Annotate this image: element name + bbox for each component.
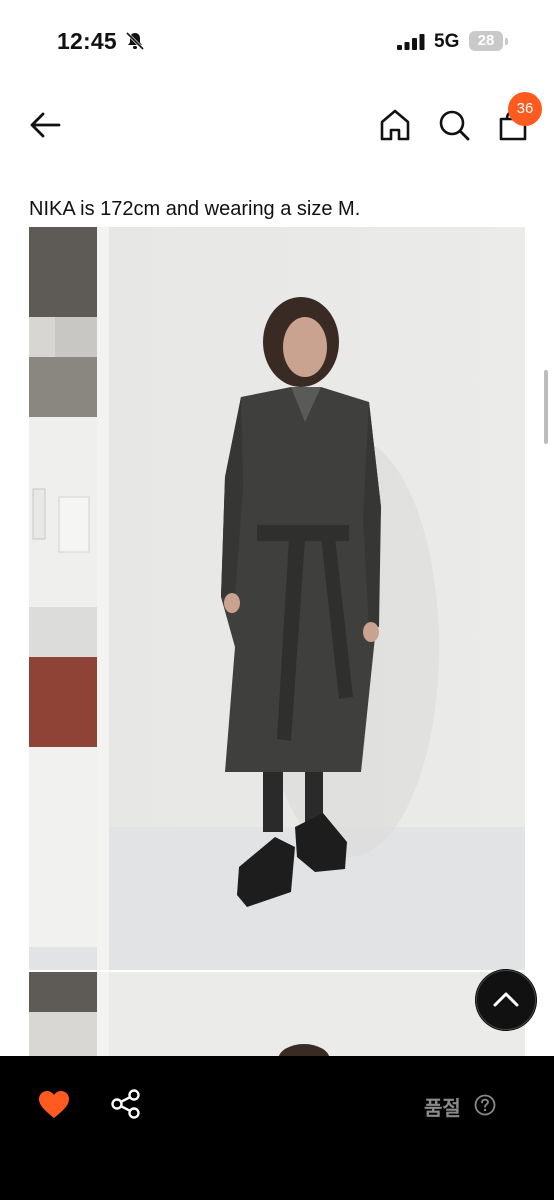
product-photo-next-illustration: [29, 972, 525, 1062]
silent-bell-icon: [125, 31, 145, 51]
home-icon[interactable]: [378, 107, 412, 143]
cart-count-badge: 36: [508, 92, 542, 126]
scrollbar[interactable]: [544, 370, 548, 444]
battery-tip: [505, 38, 508, 45]
status-time: 12:45: [57, 28, 117, 54]
scroll-to-top-button[interactable]: [475, 969, 537, 1031]
model-size-caption: NIKA is 172cm and wearing a size M.: [29, 198, 361, 220]
back-arrow-icon[interactable]: [27, 109, 63, 141]
product-photo-illustration: [29, 227, 525, 970]
help-icon[interactable]: [474, 1094, 496, 1116]
heart-icon[interactable]: [38, 1090, 70, 1120]
bottom-action-bar: 품절: [0, 1056, 554, 1200]
product-photo: [29, 227, 525, 970]
search-icon[interactable]: [437, 107, 471, 143]
status-bar: 12:45 5G 28: [0, 0, 554, 80]
network-type: 5G: [434, 31, 460, 52]
battery-indicator: 28: [469, 31, 503, 51]
share-icon[interactable]: [110, 1088, 142, 1120]
top-nav: 36: [0, 85, 554, 170]
sold-out-label: 품절: [424, 1098, 461, 1120]
signal-icon: [397, 34, 425, 50]
product-photo-next: [29, 972, 525, 1062]
